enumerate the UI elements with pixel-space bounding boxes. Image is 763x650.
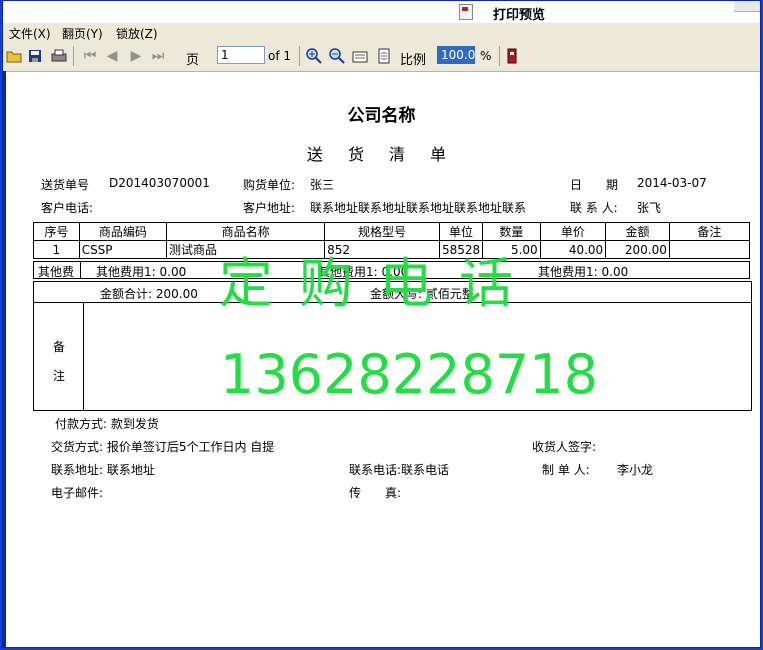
window-control[interactable] (734, 1, 760, 12)
date-label: 日 期 (570, 178, 619, 192)
remarks-label-1: 备 (53, 340, 66, 354)
column-header: 规格型号 (324, 222, 440, 241)
email-label: 电子邮件: (51, 486, 104, 500)
page-number-input[interactable]: 1 (217, 46, 265, 64)
table-cell: CSSP (78, 240, 168, 259)
delivery-method: 交货方式: 报价单签订后5个工作日内 自提 (51, 440, 275, 454)
contact-label: 联 系 人: (570, 201, 618, 215)
company-name: 公司名称 (347, 106, 416, 126)
buyer-label: 购货单位: (243, 178, 296, 192)
maker-label: 制 单 人: (542, 463, 590, 477)
page-count: of 1 (268, 49, 292, 63)
table-cell: 200.00 (605, 240, 670, 259)
contact-phone: 联系电话:联系电话 (349, 463, 450, 477)
phone-label: 客户电话: (41, 201, 94, 215)
watermark-phone-number: 13628228718 (220, 343, 598, 406)
open-folder-icon[interactable] (5, 47, 23, 65)
address-value: 联系地址联系地址联系地址联系地址联系 (310, 201, 527, 215)
save-icon[interactable] (26, 47, 44, 65)
whole-page-icon[interactable] (375, 47, 393, 65)
menu-page[interactable]: 翻页(Y) (62, 25, 103, 42)
table-header: 序号 商品编码 商品名称 规格型号 单位 数量 单价 金额 备注 (33, 222, 751, 241)
receiver-signature: 收货人签字: (532, 440, 597, 454)
menu-bar: 文件(X) 翻页(Y) 锁放(Z) (3, 23, 760, 41)
print-icon[interactable] (49, 47, 69, 65)
zoom-out-icon[interactable] (328, 47, 346, 65)
contact-address: 联系地址: 联系地址 (51, 463, 155, 477)
other-fee-3: 其他费用1: 0.00 (538, 265, 629, 279)
remarks-label-2: 注 (53, 369, 66, 383)
table-cell (668, 240, 751, 259)
address-label: 客户地址: (243, 201, 296, 215)
order-no-label: 送货单号 (41, 178, 90, 192)
table-cell: 40.00 (539, 240, 607, 259)
column-header: 序号 (33, 222, 80, 241)
column-header: 单价 (539, 222, 607, 241)
page-label: 页 (186, 53, 200, 68)
printer-doc-icon (459, 4, 473, 20)
menu-file[interactable]: 文件(X) (9, 25, 51, 42)
document-title: 送 货 清 单 (306, 145, 457, 164)
page-width-icon[interactable] (351, 47, 369, 65)
zoom-label: 比例 (400, 53, 427, 68)
next-page-icon[interactable]: ▶ (127, 47, 145, 65)
zoom-input[interactable]: 100.0 (437, 46, 475, 64)
toolbar: ⏮ ◀ ▶ ⏭ 页 1 of 1 比例 100.0 % (3, 41, 760, 72)
print-preview-window: 打印预览 文件(X) 翻页(Y) 锁放(Z) ⏮ ◀ ▶ ⏭ 页 1 of 1 (2, 0, 761, 648)
title-bar: 打印预览 (3, 1, 760, 23)
other-fee-1: 其他费用1: 0.00 (96, 265, 187, 279)
column-header: 商品编码 (78, 222, 168, 241)
other-fees-label: 其他费 (38, 265, 75, 279)
table-cell: 1 (33, 240, 80, 259)
watermark-order-phone-text: 定购电话 (219, 252, 539, 315)
maker-name: 李小龙 (617, 463, 654, 477)
date-value: 2014-03-07 (637, 176, 707, 190)
prev-page-icon[interactable]: ◀ (103, 47, 121, 65)
column-header: 金额 (605, 222, 670, 241)
payment-method: 付款方式: 款到发货 (55, 417, 159, 431)
zoom-in-icon[interactable] (305, 47, 323, 65)
total-amount: 金额合计: 200.00 (100, 287, 198, 301)
last-page-icon[interactable]: ⏭ (149, 47, 167, 65)
order-no: D201403070001 (109, 176, 210, 190)
column-header: 商品名称 (166, 222, 326, 241)
contact-value: 张飞 (637, 201, 662, 215)
fax-label: 传 真: (349, 486, 402, 500)
first-page-icon[interactable]: ⏮ (81, 47, 99, 65)
window-title: 打印预览 (493, 8, 546, 23)
zoom-unit: % (480, 49, 492, 63)
buyer-value: 张三 (310, 178, 335, 192)
menu-zoom[interactable]: 锁放(Z) (116, 25, 158, 42)
column-header: 数量 (482, 222, 541, 241)
column-header: 备注 (668, 222, 751, 241)
column-header: 单位 (438, 222, 484, 241)
exit-icon[interactable] (505, 47, 519, 65)
